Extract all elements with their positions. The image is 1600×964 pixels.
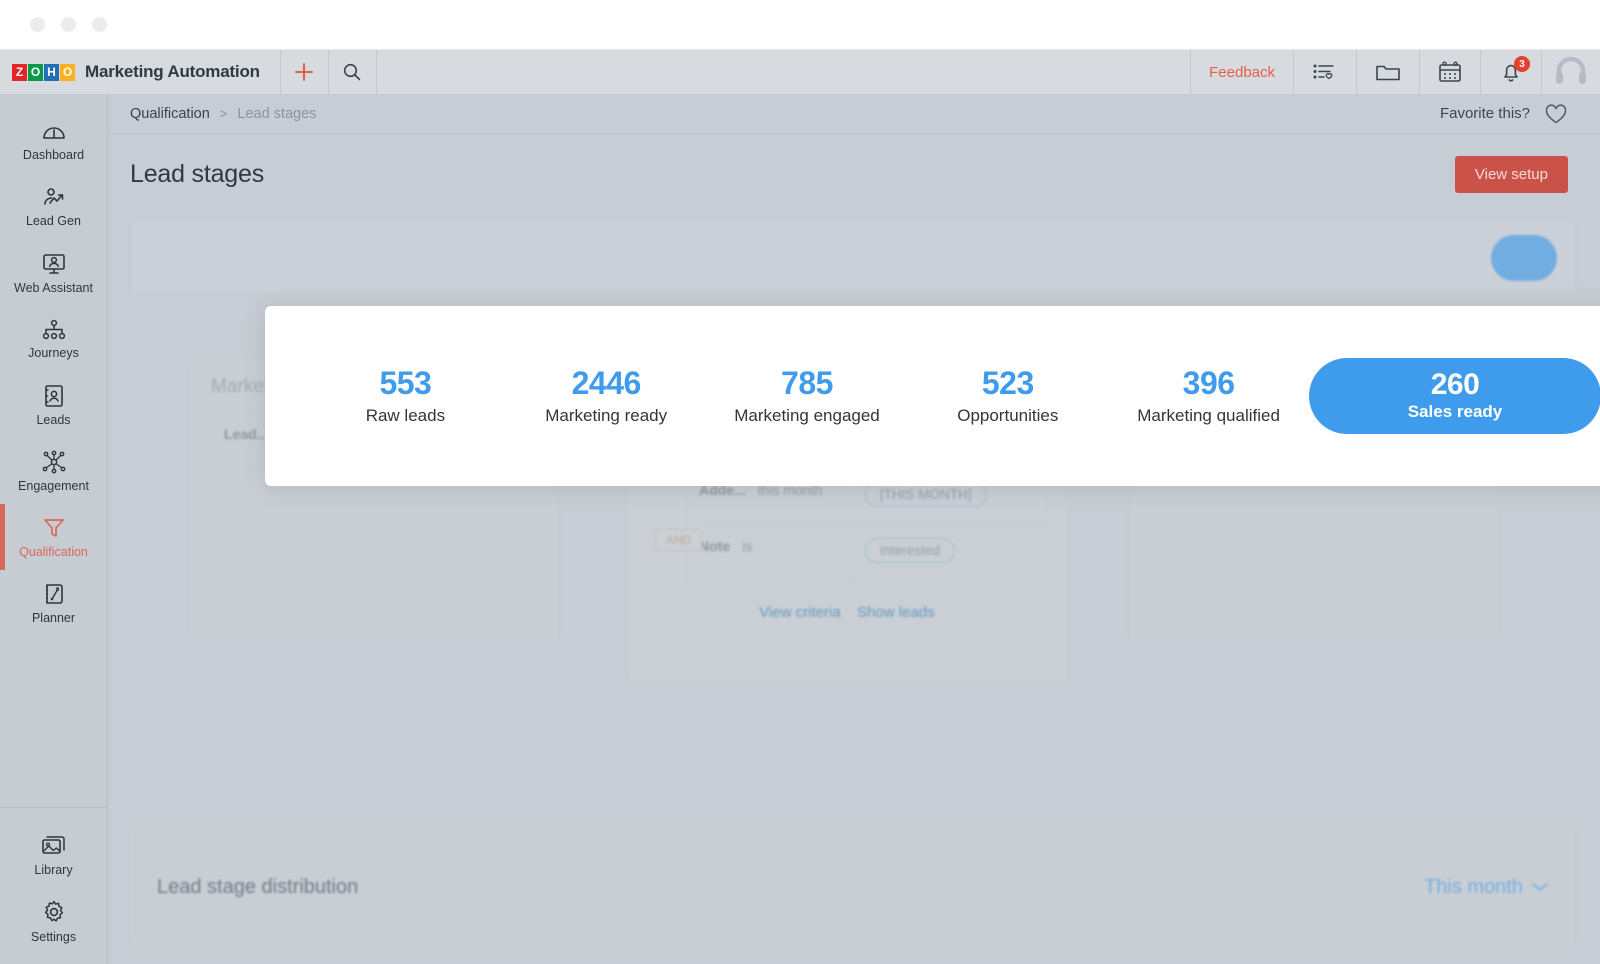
stage-label: Raw leads [365,405,446,425]
stage-label: Marketing qualified [1137,405,1280,425]
stage-label: Marketing ready [545,405,668,425]
stage-count: 553 [379,364,432,401]
sidebar-primary-group: Dashboard Lead Gen Web Assistant Journey… [0,94,107,636]
stage-count: 523 [981,364,1034,401]
stage-summary-marketing-engaged[interactable]: 785 Marketing engaged [707,367,908,426]
lead-gen-icon [41,187,67,209]
sidebar-item-label: Lead Gen [26,213,81,228]
sidebar-item-journeys[interactable]: Journeys [0,306,107,372]
calendar-icon [1438,61,1462,83]
sidebar-item-label: Library [34,862,73,877]
web-assistant-icon [41,252,67,276]
sidebar: Dashboard Lead Gen Web Assistant Journey… [0,94,108,964]
sidebar-item-dashboard[interactable]: Dashboard [0,108,107,174]
stage-summary-sales-ready[interactable]: 260 Sales ready [1308,358,1600,434]
sidebar-item-library[interactable]: Library [0,822,107,888]
leads-icon [42,384,66,408]
window-maximize-dot[interactable] [92,17,107,32]
stage-count: 785 [781,364,833,401]
lead-stage-summary-modal: 553 Raw leads 2446 Marketing ready 785 M… [265,306,1600,486]
logo-letter-z: Z [12,63,27,81]
stage-summary-marketing-qualified[interactable]: 396 Marketing qualified [1108,367,1309,426]
planner-icon [42,582,66,606]
window-title-bar [0,0,1600,50]
search-button[interactable] [329,50,377,94]
stage-count: 2446 [571,364,642,401]
modal-overlay [108,94,1600,964]
stage-label: Sales ready [1407,402,1503,421]
sidebar-item-label: Web Assistant [14,280,93,295]
sidebar-item-lead-gen[interactable]: Lead Gen [0,174,107,240]
stage-label: Marketing engaged [734,405,880,425]
brand-area[interactable]: Z O H O Marketing Automation [0,50,281,94]
window-close-dot[interactable] [30,17,45,32]
stage-summary-raw-leads[interactable]: 553 Raw leads [305,367,506,426]
funnel-icon [42,516,66,540]
zoho-logo-icon: Z O H O [12,63,75,81]
sidebar-item-web-assistant[interactable]: Web Assistant [0,240,107,306]
logo-letter-h: H [44,63,59,81]
notification-badge: 3 [1514,56,1530,72]
avatar[interactable] [1541,50,1600,94]
logo-letter-o2: O [60,63,75,81]
app-root: Z O H O Marketing Automation Feedback 3 … [0,50,1600,964]
sidebar-item-label: Engagement [18,478,89,493]
library-icon [41,834,67,858]
main-content: Qualification > Lead stages Favorite thi… [108,94,1600,964]
stage-summary-opportunities[interactable]: 523 Opportunities [907,367,1108,426]
sidebar-item-label: Planner [31,610,76,625]
sidebar-item-engagement[interactable]: Engagement [0,438,107,504]
sidebar-item-label: Dashboard [22,147,85,162]
notifications-button[interactable]: 3 [1480,50,1541,94]
sidebar-item-label: Qualification [19,544,88,559]
headset-avatar-icon [1554,57,1588,87]
folder-button[interactable] [1356,50,1419,94]
engagement-icon [41,450,67,474]
logo-letter-o1: O [28,63,43,81]
sidebar-item-label: Settings [30,929,77,944]
stage-summary-marketing-ready[interactable]: 2446 Marketing ready [506,367,707,426]
journeys-icon [40,319,68,341]
feedback-button[interactable]: Feedback [1190,50,1293,94]
top-bar: Z O H O Marketing Automation Feedback 3 [0,50,1600,94]
stage-count: 260 [1430,368,1480,401]
sidebar-item-label: Journeys [28,345,79,360]
sidebar-item-label: Leads [36,412,71,427]
list-heart-icon [1312,61,1338,83]
window-minimize-dot[interactable] [61,17,76,32]
gear-icon [41,899,67,925]
sidebar-item-qualification[interactable]: Qualification [0,504,107,570]
sidebar-item-leads[interactable]: Leads [0,372,107,438]
app-title: Marketing Automation [85,62,260,81]
folder-icon [1375,61,1401,83]
tasks-button[interactable] [1293,50,1356,94]
stage-label: Opportunities [957,405,1059,425]
gauge-icon [41,121,67,143]
sidebar-secondary-group: Library Settings [0,807,107,964]
add-button[interactable] [281,50,329,94]
sidebar-item-planner[interactable]: Planner [0,570,107,636]
calendar-button[interactable] [1419,50,1480,94]
stage-count: 396 [1182,364,1235,401]
sidebar-item-settings[interactable]: Settings [0,888,107,954]
